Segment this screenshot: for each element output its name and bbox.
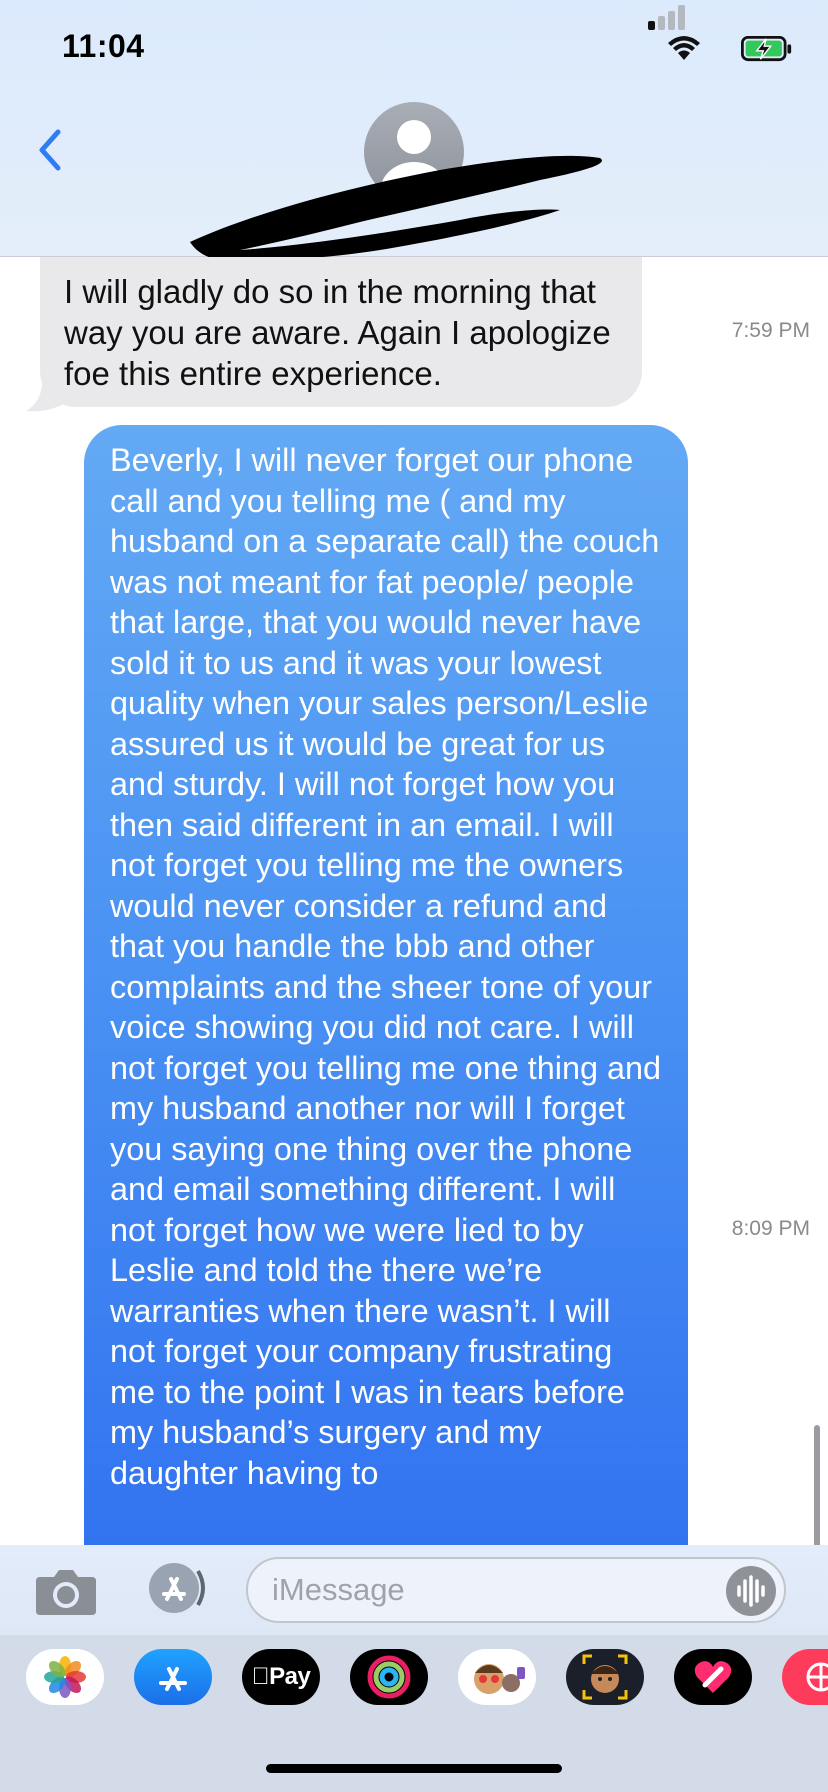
camera-icon[interactable] bbox=[34, 1565, 98, 1617]
conversation-header: 11:04 bbox=[0, 0, 828, 261]
imessage-input[interactable]: iMessage bbox=[246, 1557, 786, 1623]
cellular-signal-icon bbox=[648, 4, 688, 30]
activity-rings-icon bbox=[367, 1655, 411, 1699]
home-indicator[interactable] bbox=[266, 1764, 562, 1773]
redacted-contact-name bbox=[190, 155, 602, 261]
status-time: 11:04 bbox=[62, 28, 145, 64]
memoji-frame-icon bbox=[582, 1654, 628, 1700]
photos-flower-icon bbox=[44, 1656, 86, 1698]
memoji-face-icon bbox=[474, 1664, 525, 1694]
imessage-placeholder: iMessage bbox=[272, 1572, 405, 1607]
message-timestamp: 7:59 PM bbox=[731, 319, 810, 342]
activity-app-icon[interactable] bbox=[350, 1649, 428, 1705]
app-store-drawer-icon[interactable] bbox=[140, 1561, 212, 1615]
memoji-stickers-app-icon[interactable] bbox=[458, 1649, 536, 1705]
incoming-message-bubble[interactable]: I will gladly do so in the morning that … bbox=[40, 257, 642, 407]
message-thread[interactable]: I will gladly do so in the morning that … bbox=[0, 257, 828, 1545]
battery-charging-icon bbox=[741, 36, 792, 62]
app-store-a-icon bbox=[159, 1667, 187, 1691]
heart-icon bbox=[694, 1661, 732, 1693]
apple-pay-app-icon[interactable]: Pay bbox=[242, 1649, 320, 1705]
back-chevron-icon[interactable] bbox=[30, 126, 70, 174]
message-input-bar: iMessage bbox=[0, 1545, 828, 1635]
message-timestamp: 8:09 PM bbox=[731, 1217, 810, 1240]
digital-touch-app-icon[interactable] bbox=[674, 1649, 752, 1705]
waveform-icon bbox=[737, 1575, 765, 1607]
audio-message-button[interactable] bbox=[726, 1566, 776, 1616]
photos-app-icon[interactable] bbox=[26, 1649, 104, 1705]
globe-icon bbox=[806, 1662, 828, 1692]
scroll-indicator[interactable] bbox=[814, 1425, 820, 1545]
search-images-app-icon[interactable] bbox=[782, 1649, 828, 1705]
wifi-icon bbox=[668, 36, 700, 60]
apple-pay-label: Pay bbox=[252, 1663, 311, 1690]
outgoing-message-bubble[interactable]: Beverly, I will never forget our phone c… bbox=[84, 425, 688, 1545]
app-store-app-icon[interactable] bbox=[134, 1649, 212, 1705]
memoji-camera-app-icon[interactable] bbox=[566, 1649, 644, 1705]
